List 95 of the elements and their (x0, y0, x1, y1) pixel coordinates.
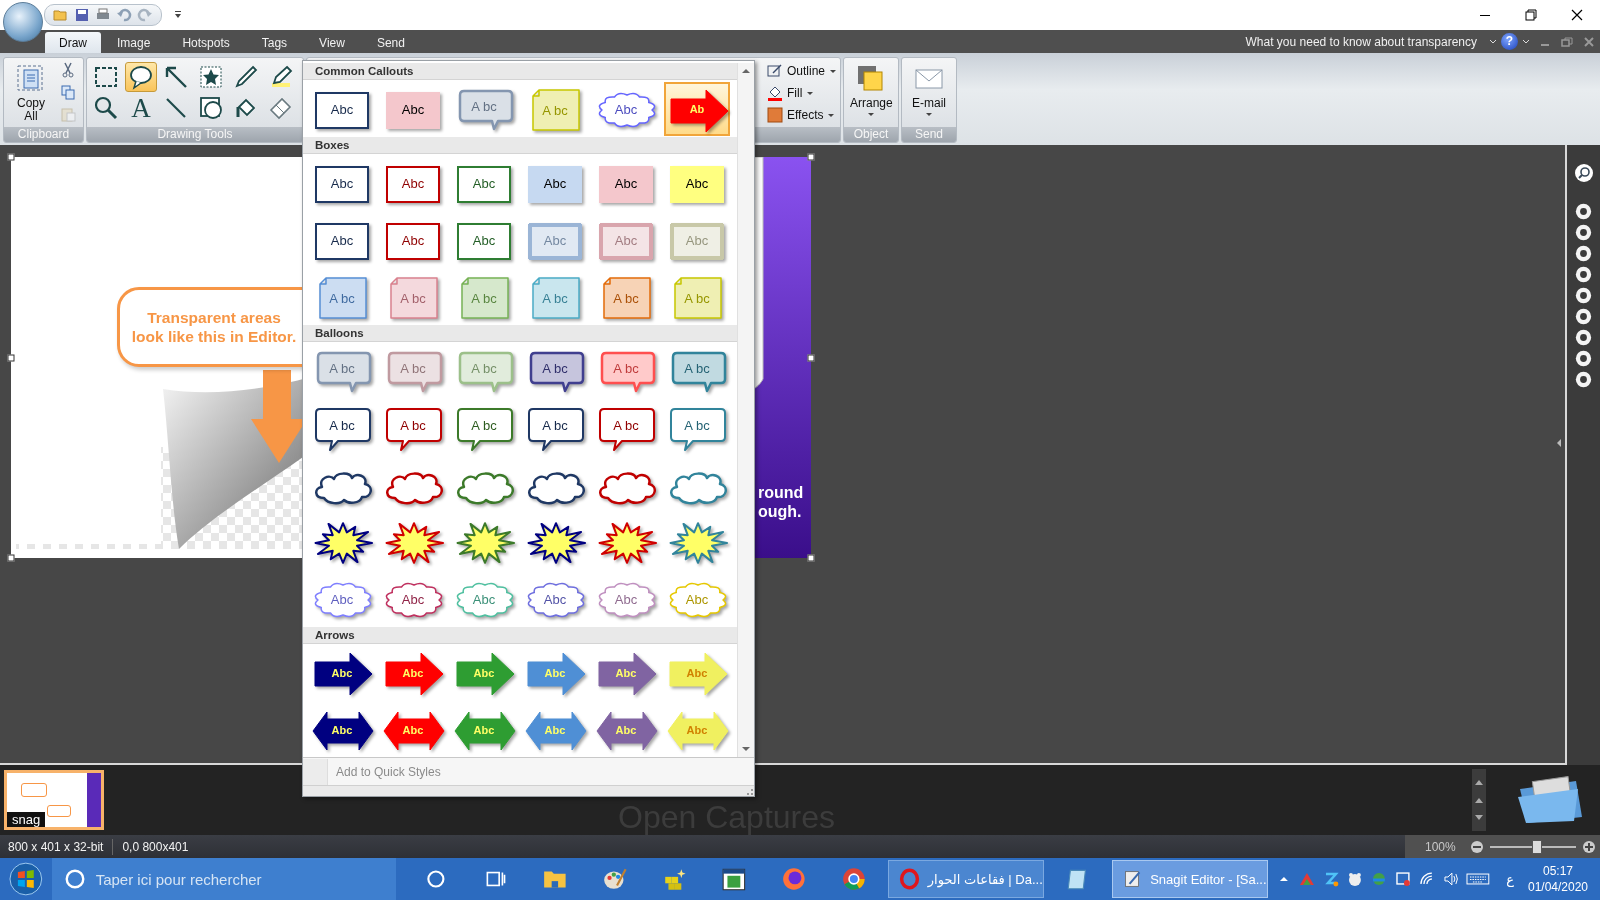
copy-all-button[interactable]: Copy All (8, 62, 54, 123)
circle-icon[interactable] (1575, 224, 1592, 241)
zoom-slider-thumb[interactable] (1532, 839, 1543, 854)
cursor-position: 0,0 800x401 (122, 839, 189, 854)
selection-icon (93, 64, 119, 90)
stacked-squares-icon (856, 64, 886, 94)
outline-pen-icon (767, 62, 783, 79)
circle-icon[interactable] (1575, 329, 1592, 346)
resize-handle[interactable] (7, 554, 15, 562)
circle-icon[interactable] (1575, 371, 1592, 388)
volume-icon[interactable] (1442, 871, 1459, 887)
zoom-in-icon[interactable] (1582, 839, 1596, 854)
resize-handle[interactable] (7, 153, 15, 161)
start-button[interactable] (8, 861, 44, 897)
section-header: Arrows (303, 627, 737, 644)
shapes-icon (198, 95, 224, 121)
ribbon-tab[interactable]: Image (101, 32, 167, 53)
arrow-icon (163, 64, 189, 90)
caption-text: ough. (758, 502, 803, 521)
style-option-button[interactable]: Fill (767, 83, 838, 102)
style-swatch[interactable]: Ab (664, 82, 730, 136)
style-option-button[interactable]: Outline (767, 61, 838, 80)
tool-button[interactable] (125, 62, 157, 92)
circle-icon[interactable] (1575, 245, 1592, 262)
copy-icon[interactable] (60, 84, 76, 100)
ribbon-tab[interactable]: Tags (245, 32, 304, 53)
image-dimensions: 800 x 401 x 32-bit (8, 839, 104, 854)
effects-square-icon (767, 106, 783, 123)
fox-browser-icon[interactable] (781, 866, 807, 892)
close-icon[interactable] (1583, 35, 1595, 48)
circle-icon[interactable] (1575, 350, 1592, 367)
section-header: Common Callouts (303, 63, 737, 80)
capture-thumbnail[interactable]: snag (4, 770, 104, 830)
circle-icon[interactable] (1575, 266, 1592, 283)
app-menu-button[interactable] (3, 2, 43, 42)
thumbnail-label: snag (7, 812, 46, 827)
circle-icon[interactable] (1575, 287, 1592, 304)
group-label: Clipboard (4, 127, 83, 142)
help-link[interactable]: What you need to know about transparency (1245, 34, 1477, 49)
document-icon (16, 64, 46, 94)
zoom-out-icon[interactable] (1469, 839, 1484, 854)
chrome-like-icon[interactable] (841, 866, 867, 892)
ribbon-tab[interactable]: Draw (45, 32, 101, 53)
eraser-icon (268, 95, 294, 121)
callout-text: Transparent areas look like this in Editor. (130, 308, 298, 346)
resize-handle[interactable] (807, 153, 815, 161)
restore-icon[interactable] (1561, 35, 1573, 48)
clock[interactable]: 05:17 01/04/2020 (1527, 863, 1589, 895)
animal-face-icon[interactable] (1347, 871, 1363, 887)
search-icon[interactable] (1573, 163, 1594, 183)
grid-window-icon[interactable] (721, 866, 748, 892)
scroll-up-icon[interactable] (741, 67, 751, 75)
star-stamp-icon (198, 64, 224, 90)
search-ring-icon (63, 868, 86, 890)
keyboard-icon[interactable] (1466, 871, 1491, 887)
scissors-icon[interactable] (60, 62, 76, 78)
ring-browser-icon (898, 866, 920, 892)
taskbar-window-button[interactable]: فقاعات الحوار | Da... (887, 860, 1044, 898)
magnifier-icon (93, 95, 119, 121)
circle-icon[interactable] (1575, 203, 1592, 220)
caret-icon (867, 110, 875, 118)
customize-caret-icon[interactable] (174, 10, 182, 20)
caption-text: round (758, 483, 804, 502)
resize-grip-icon[interactable] (746, 788, 754, 796)
tool-button[interactable]: A (125, 93, 157, 123)
z-logo-icon[interactable] (1323, 871, 1340, 887)
caret-icon[interactable] (1522, 37, 1530, 46)
resize-handle[interactable] (7, 354, 15, 361)
speech-bubble-icon (128, 64, 154, 90)
arrange-button[interactable]: Arrange (848, 62, 894, 127)
email-button[interactable]: E-mail (906, 62, 952, 127)
save-icon[interactable] (74, 7, 90, 23)
wifi-icon[interactable] (1418, 871, 1435, 887)
caret-icon[interactable] (1489, 37, 1497, 46)
input-language[interactable]: ع (1506, 871, 1514, 887)
section-header: Boxes (303, 137, 737, 154)
resize-handle[interactable] (807, 354, 815, 361)
screen-record-icon[interactable] (1394, 871, 1411, 887)
collapse-arrow-icon[interactable] (1555, 437, 1563, 449)
pen-icon (233, 64, 259, 90)
group-label: Drawing Tools (87, 127, 303, 142)
scroll-down-icon[interactable] (741, 745, 751, 753)
fill-bucket-icon (767, 84, 783, 101)
group-label: Object (844, 127, 898, 142)
ribbon-tab[interactable]: View (303, 32, 361, 53)
ribbon-tab[interactable]: Send (360, 32, 421, 53)
caret-icon (925, 110, 933, 118)
section-header: Balloons (303, 325, 737, 342)
palette-icon[interactable] (601, 866, 628, 892)
ribbon-tab[interactable]: Hotspots (166, 32, 246, 53)
style-option-button[interactable]: Effects (767, 105, 838, 124)
circle-icon[interactable] (1575, 308, 1592, 325)
resize-handle[interactable] (807, 554, 815, 562)
group-label: Send (902, 127, 956, 142)
zoom-percent: 100% (1425, 839, 1456, 854)
